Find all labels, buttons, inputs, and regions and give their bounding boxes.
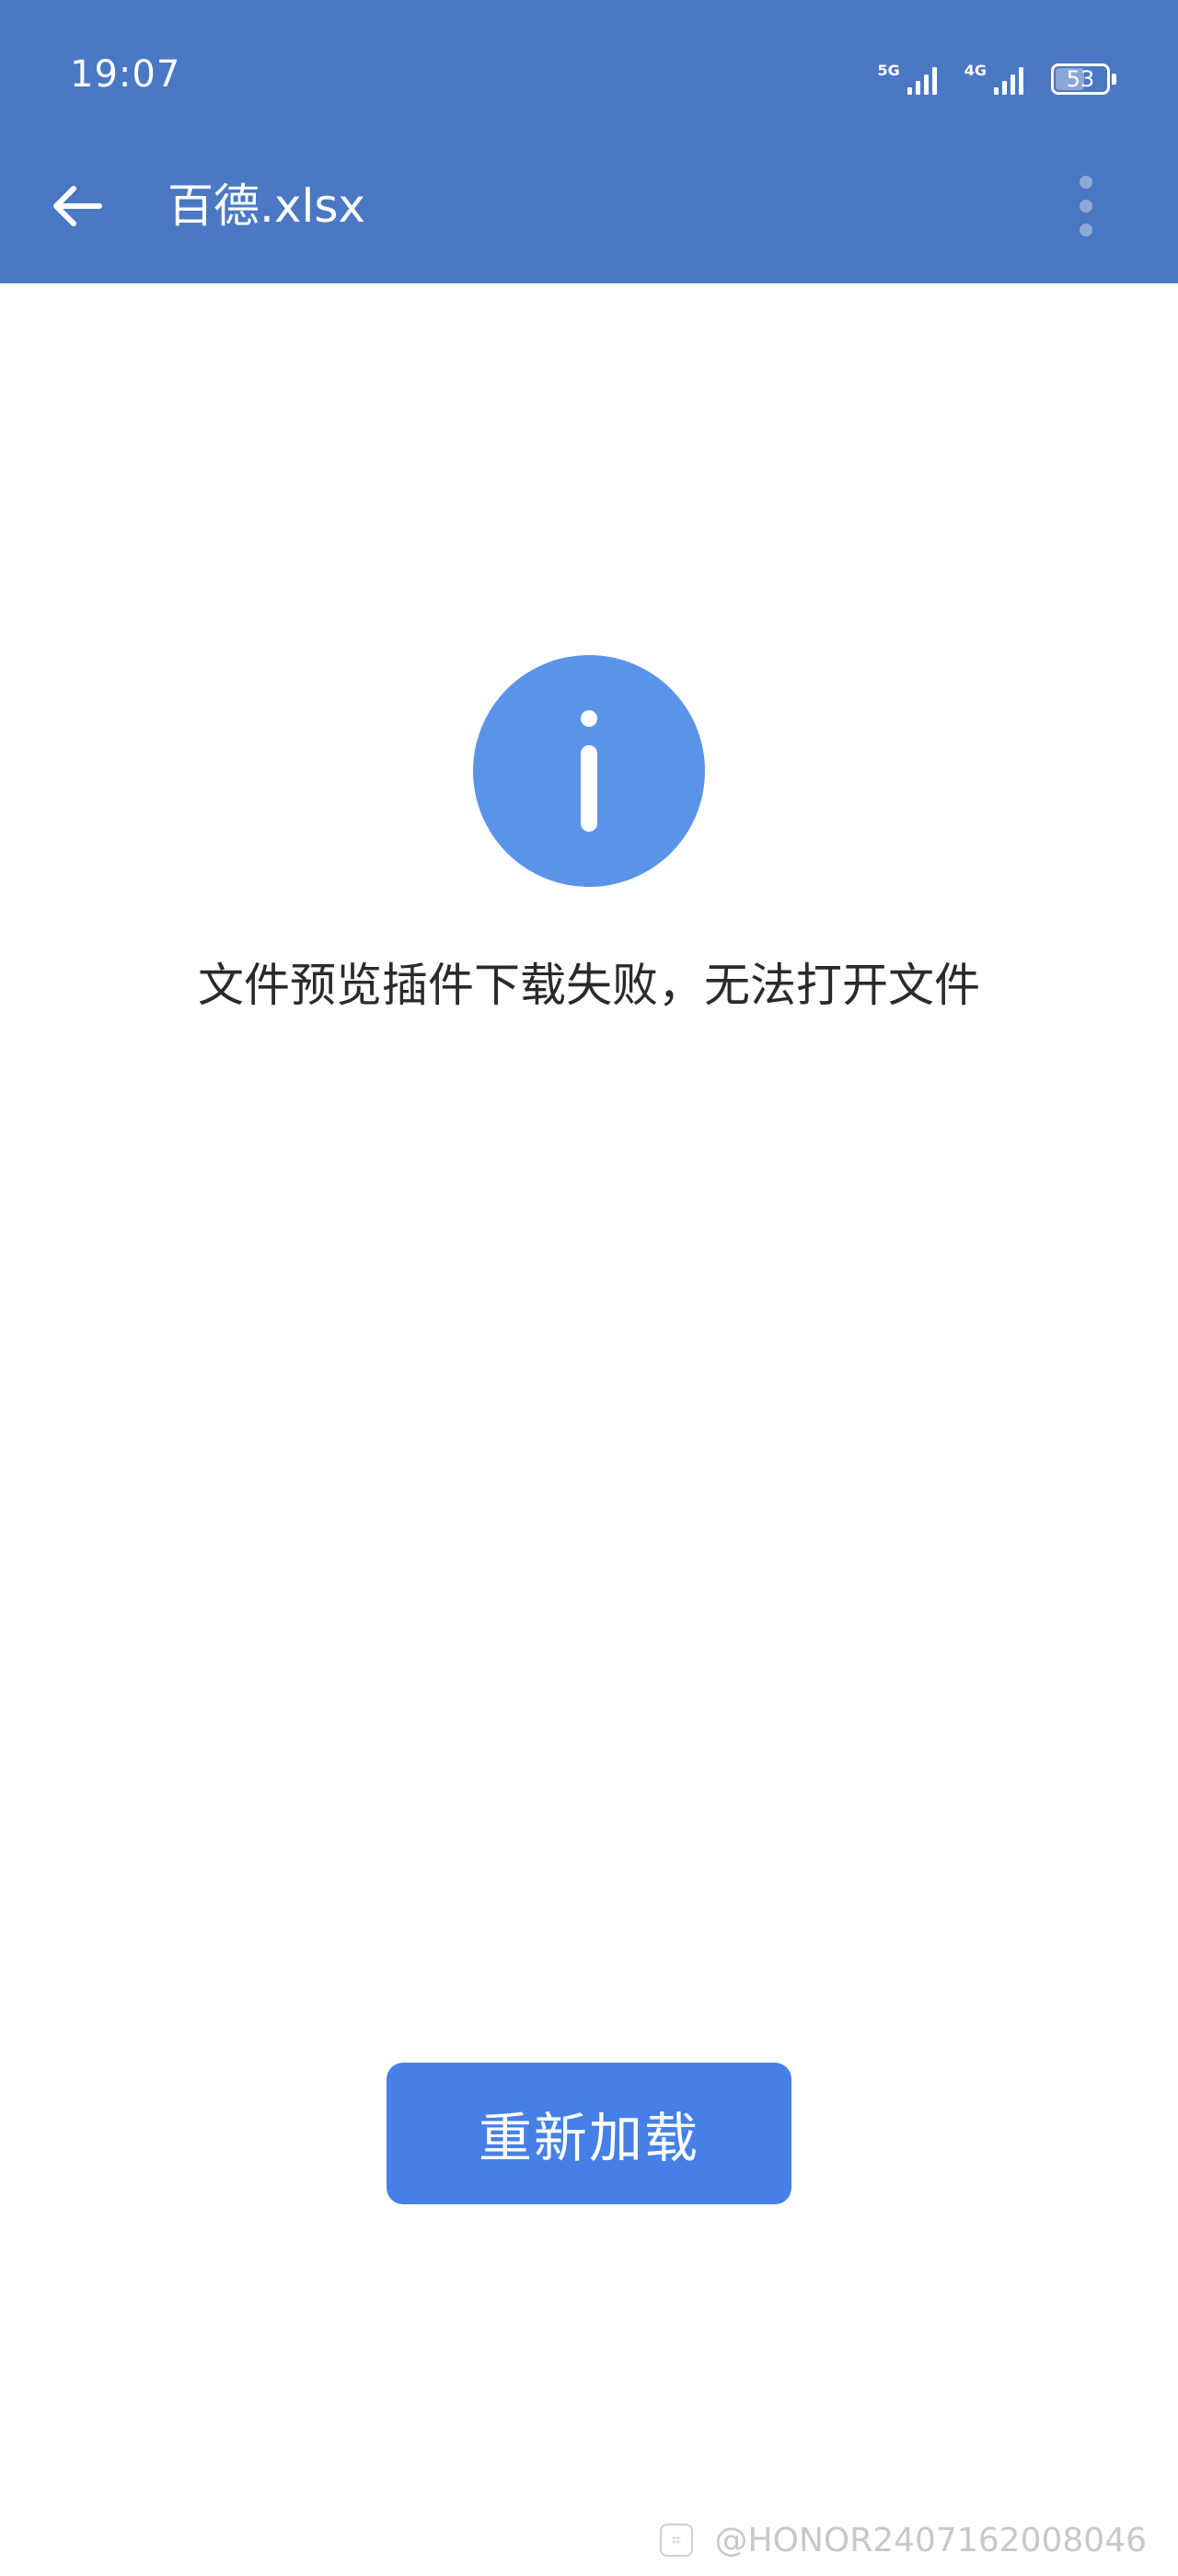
arrow-left-icon xyxy=(53,186,102,226)
status-icons: 5G 4G 53 xyxy=(877,57,1116,101)
honor-logo-icon: ⌗ xyxy=(659,2524,693,2557)
network-type-4g: 4G xyxy=(964,62,987,79)
reload-button[interactable]: 重新加载 xyxy=(387,2063,791,2204)
info-icon xyxy=(473,655,705,887)
signal-5g-icon: 5G xyxy=(877,62,937,95)
more-options-button[interactable] xyxy=(1049,169,1123,243)
app-header: 19:07 5G 4G 53 百德.xlsx xyxy=(0,0,1178,283)
network-type-5g: 5G xyxy=(877,62,900,79)
watermark-text: @HONOR2407162008046 xyxy=(714,2521,1147,2559)
battery-icon: 53 xyxy=(1051,63,1116,95)
watermark: ⌗ @HONOR2407162008046 xyxy=(659,2519,1147,2561)
more-vertical-icon xyxy=(1080,176,1092,236)
status-bar: 19:07 5G 4G 53 xyxy=(0,0,1178,156)
battery-level: 53 xyxy=(1066,66,1095,92)
page-title: 百德.xlsx xyxy=(167,179,366,233)
back-button[interactable] xyxy=(40,169,114,243)
status-time: 19:07 xyxy=(70,53,181,96)
error-message: 文件预览插件下载失败，无法打开文件 xyxy=(198,959,980,1012)
signal-4g-icon: 4G xyxy=(964,63,1023,95)
